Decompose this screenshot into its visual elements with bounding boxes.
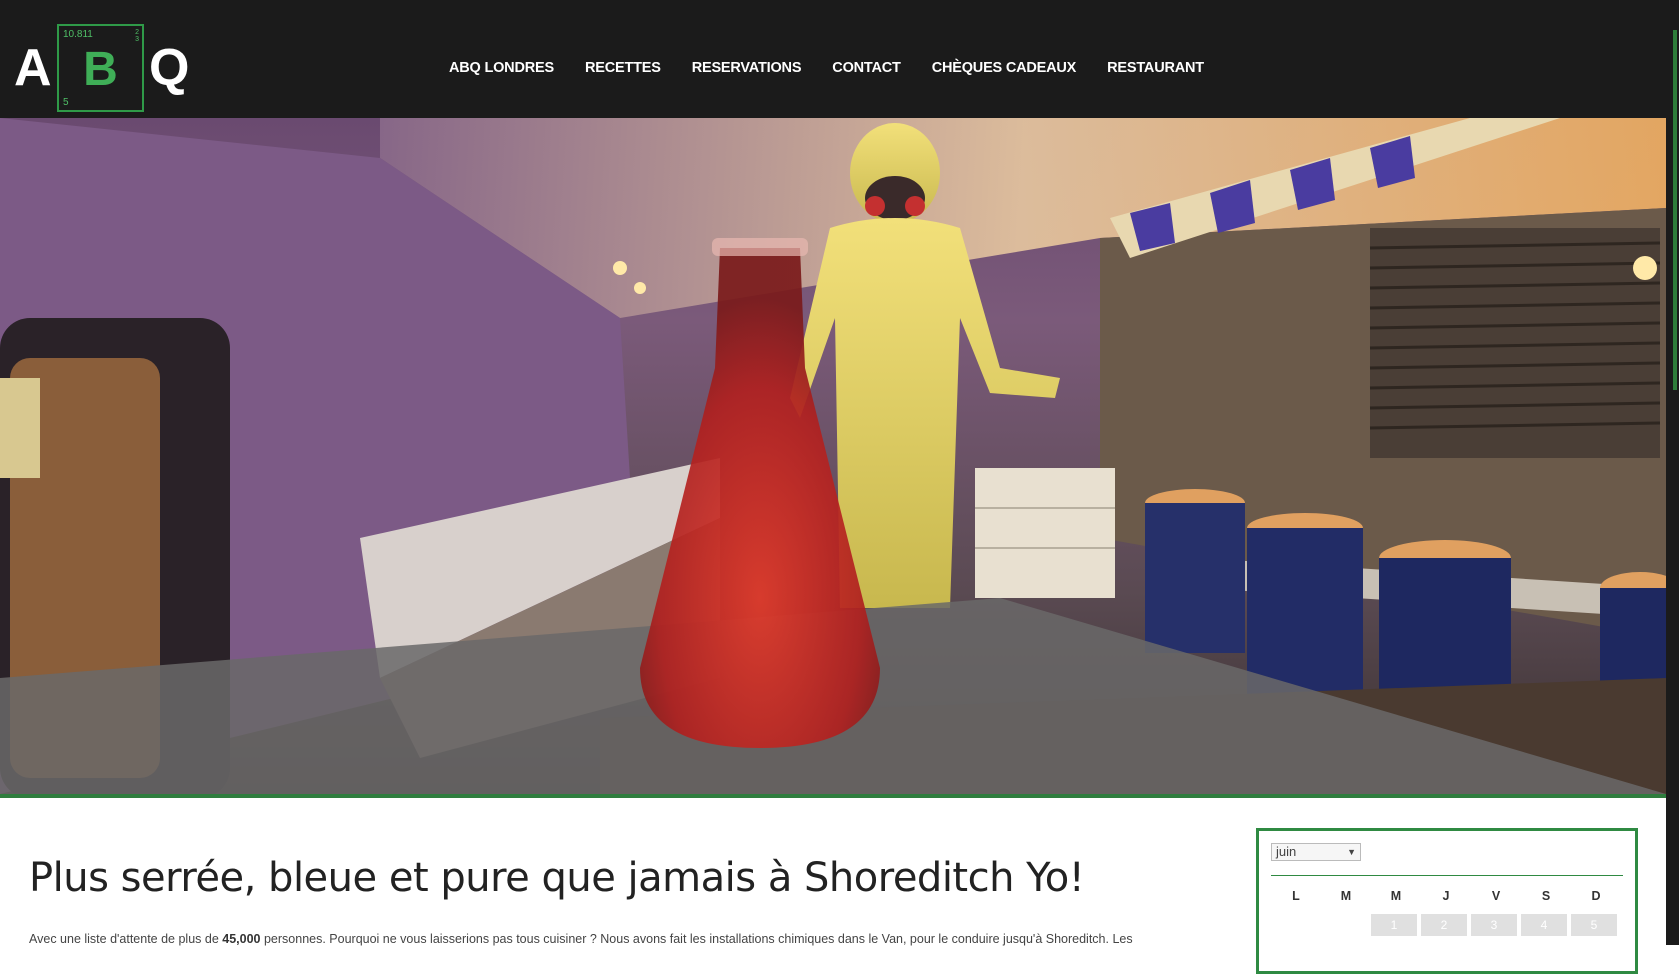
weekday-label: V (1491, 889, 1501, 903)
calendar-day[interactable]: 5 (1571, 914, 1617, 936)
page-scrollbar[interactable] (1666, 0, 1679, 945)
scrollbar-thumb[interactable] (1673, 30, 1677, 390)
calendar-day-empty (1271, 914, 1317, 936)
nav-abq-londres[interactable]: ABQ LONDRES (449, 60, 554, 76)
calendar-weekdays: L M M J V S D (1271, 889, 1623, 903)
calendar-divider (1271, 875, 1623, 876)
page-title: Plus serrée, bleue et pure que jamais à … (29, 855, 1085, 901)
weekday-label: D (1591, 889, 1601, 903)
logo-element-box: 10.811 2 3 B 5 (57, 24, 144, 112)
month-select-value: juin (1276, 844, 1297, 859)
hero-lab-illustration (0, 118, 1666, 794)
weekday-label: M (1340, 889, 1352, 903)
logo-shell-2: 3 (135, 36, 139, 43)
nav-contact[interactable]: CONTACT (832, 60, 901, 76)
intro-paragraph: Avec une liste d'attente de plus de 45,0… (29, 932, 1179, 946)
hero-image (0, 118, 1666, 798)
site-header: A 10.811 2 3 B 5 Q ABQ LONDRES RECETTES … (0, 0, 1666, 118)
weekday-label: L (1292, 889, 1300, 903)
calendar-days: 1 2 3 4 5 (1271, 914, 1623, 940)
calendar-day[interactable]: 3 (1471, 914, 1517, 936)
nav-reservations[interactable]: RESERVATIONS (692, 60, 802, 76)
abq-logo[interactable]: A 10.811 2 3 B 5 Q (14, 22, 194, 112)
month-select[interactable]: juin ▼ (1271, 843, 1361, 861)
booking-calendar: juin ▼ L M M J V S D 1 2 3 4 5 (1256, 828, 1638, 974)
logo-element-symbol: B (83, 43, 118, 96)
calendar-day[interactable]: 2 (1421, 914, 1467, 936)
logo-atomic-mass: 10.811 (63, 29, 93, 40)
logo-atomic-number: 5 (63, 97, 69, 108)
nav-cheques-cadeaux[interactable]: CHÈQUES CADEAUX (932, 60, 1077, 76)
calendar-day[interactable]: 1 (1371, 914, 1417, 936)
nav-restaurant[interactable]: RESTAURANT (1107, 60, 1204, 76)
main-nav: ABQ LONDRES RECETTES RESERVATIONS CONTAC… (449, 60, 1235, 76)
intro-text-end: personnes. Pourquoi ne vous laisserions … (260, 932, 1133, 946)
chevron-down-icon: ▼ (1347, 847, 1356, 857)
intro-waitlist-count: 45,000 (222, 932, 261, 946)
logo-letter-a: A (14, 39, 52, 97)
intro-text-start: Avec une liste d'attente de plus de (29, 932, 223, 946)
calendar-day[interactable]: 4 (1521, 914, 1567, 936)
calendar-day-empty (1321, 914, 1367, 936)
weekday-label: J (1442, 889, 1450, 903)
nav-recettes[interactable]: RECETTES (585, 60, 661, 76)
logo-shell-1: 2 (135, 29, 139, 36)
logo-shell: 2 3 (135, 29, 139, 43)
weekday-label: M (1390, 889, 1402, 903)
weekday-label: S (1541, 889, 1551, 903)
logo-letter-q: Q (149, 39, 190, 97)
